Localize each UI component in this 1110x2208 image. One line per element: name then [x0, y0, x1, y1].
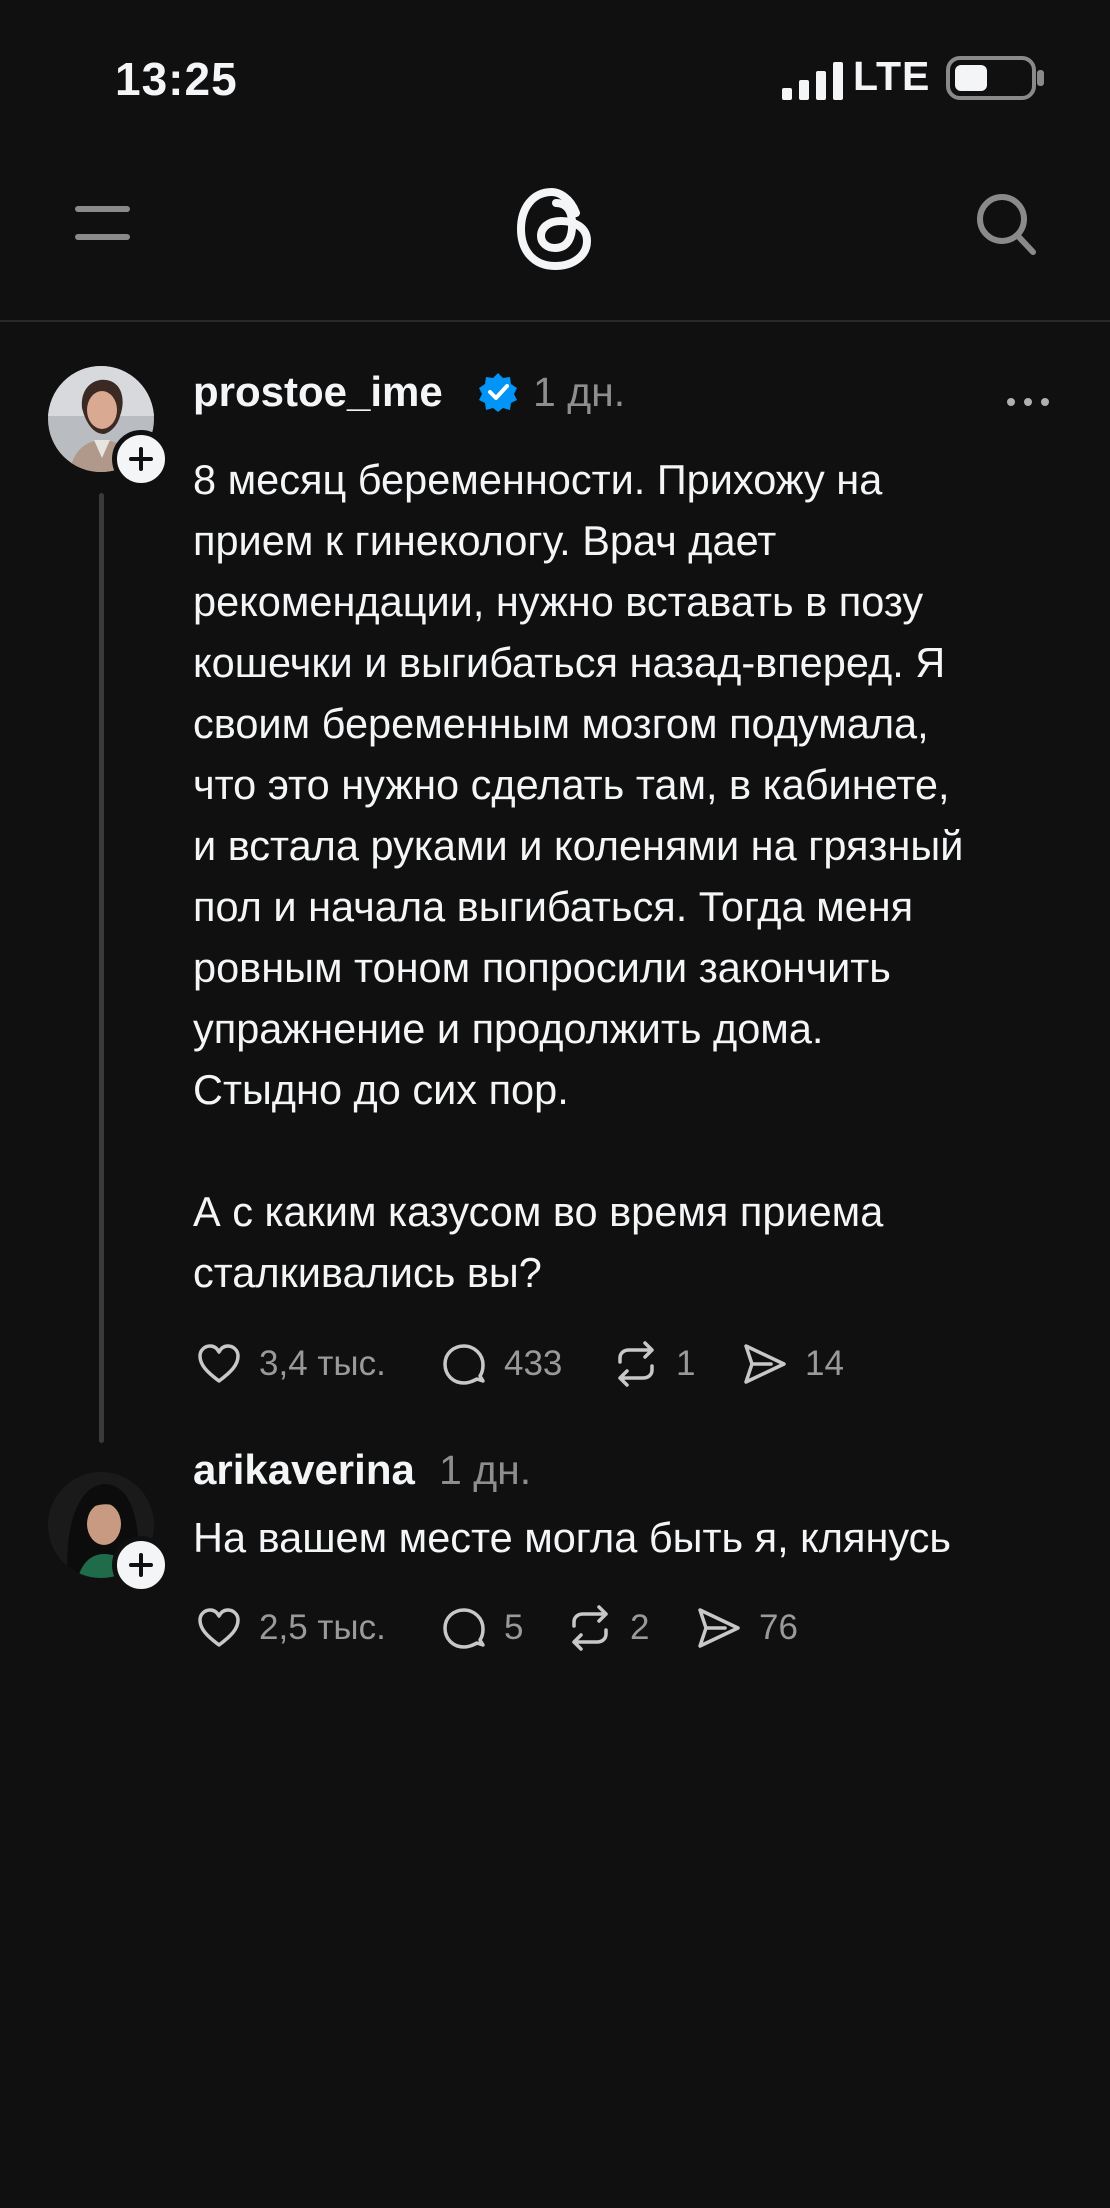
more-options-icon[interactable] — [1005, 395, 1051, 409]
follow-author-button[interactable] — [112, 430, 170, 488]
reply-share-count: 76 — [759, 1608, 798, 1647]
post-repost-button[interactable]: 1 — [612, 1340, 695, 1388]
threads-logo-icon[interactable] — [514, 185, 596, 273]
reply-body-text: На вашем месте могла быть я, клянусь — [193, 1514, 952, 1561]
reply-repost-count: 2 — [630, 1608, 650, 1647]
status-time: 13:25 — [115, 53, 238, 105]
repost-icon — [618, 1341, 654, 1387]
post-time-ago: 1 дн. — [533, 369, 626, 415]
reply-time-ago: 1 дн. — [439, 1447, 532, 1493]
post-comment-count: 433 — [504, 1344, 563, 1383]
repost-icon — [572, 1605, 608, 1651]
status-bar: 13:25 LTE — [0, 0, 1110, 150]
post-like-count: 3,4 тыс. — [259, 1344, 386, 1383]
post-repost-count: 1 — [676, 1344, 696, 1383]
verified-badge-icon — [479, 373, 517, 412]
follow-reply-author-button[interactable] — [112, 1536, 170, 1594]
plus-icon — [129, 1553, 153, 1577]
comment-icon — [443, 1608, 485, 1649]
reply-comment-count: 5 — [504, 1608, 524, 1647]
thread-connector-line — [99, 493, 104, 1443]
reply-like-button[interactable]: 2,5 тыс. — [195, 1604, 386, 1652]
reply-like-count: 2,5 тыс. — [259, 1608, 386, 1647]
reply-author-username[interactable]: arikaverina — [193, 1446, 415, 1494]
top-nav-bar — [0, 150, 1110, 322]
reply-share-button[interactable]: 76 — [695, 1604, 798, 1652]
post-comment-button[interactable]: 433 — [440, 1340, 562, 1388]
reply-repost-button[interactable]: 2 — [566, 1604, 649, 1652]
network-type: LTE — [853, 53, 931, 99]
reply-comment-button[interactable]: 5 — [440, 1604, 523, 1652]
plus-icon — [129, 447, 153, 471]
heart-icon — [198, 1608, 240, 1647]
post-share-count: 14 — [805, 1344, 844, 1383]
comment-icon — [443, 1344, 485, 1385]
post-body-text: 8 месяц беременности. Прихожу на прием к… — [193, 456, 964, 1296]
post-author-username[interactable]: prostoe_ime — [193, 368, 443, 416]
share-icon — [698, 1608, 740, 1648]
heart-icon — [198, 1344, 240, 1383]
menu-icon[interactable] — [75, 202, 130, 244]
share-icon — [744, 1344, 786, 1384]
signal-strength-icon — [782, 62, 843, 100]
post-like-button[interactable]: 3,4 тыс. — [195, 1340, 386, 1388]
post-share-button[interactable]: 14 — [741, 1340, 844, 1388]
battery-icon — [946, 56, 1044, 100]
search-icon[interactable] — [975, 192, 1037, 256]
